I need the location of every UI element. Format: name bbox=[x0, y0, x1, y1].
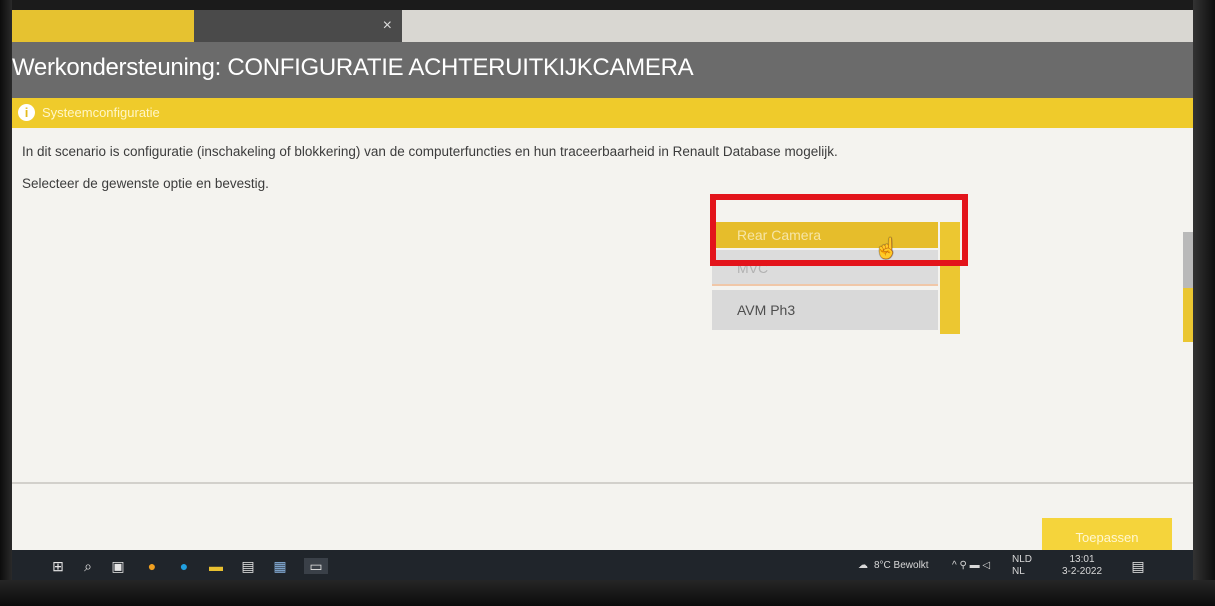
tray-icons[interactable]: ^ ⚲ ▬ ◁ bbox=[952, 550, 990, 582]
region-code: NL bbox=[1012, 566, 1025, 577]
weather-text[interactable]: 8°C Bewolkt bbox=[874, 550, 929, 582]
bezel-left bbox=[0, 0, 12, 606]
title-bar: Werkondersteuning: CONFIGURATIE ACHTERUI… bbox=[12, 42, 1193, 98]
page-title: Werkondersteuning: CONFIGURATIE ACHTERUI… bbox=[12, 54, 694, 81]
footer-divider bbox=[12, 482, 1193, 484]
bezel-right bbox=[1193, 0, 1215, 606]
clock[interactable]: 13:01 3-2-2022 bbox=[1062, 554, 1102, 578]
tab-home[interactable] bbox=[12, 10, 194, 42]
active-app-icon[interactable]: ▭ bbox=[304, 558, 328, 574]
bezel-bottom bbox=[0, 580, 1215, 606]
scenario-description: In dit scenario is configuratie (inschak… bbox=[22, 144, 838, 159]
chrome-icon[interactable]: ● bbox=[144, 558, 160, 574]
windows-start-icon[interactable]: ⊞ bbox=[50, 558, 66, 574]
clock-time: 13:01 bbox=[1069, 554, 1095, 565]
screen: × Werkondersteuning: CONFIGURATIE ACHTER… bbox=[12, 10, 1193, 582]
taskbar: ⊞ ⌕ ▣ ● ● ▬ ▤ ▦ ▭ ☁ 8°C Bewolkt ^ ⚲ ▬ ◁ … bbox=[12, 550, 1193, 582]
language-code: NLD bbox=[1012, 554, 1033, 565]
bezel-top bbox=[0, 0, 1215, 10]
option-avm-ph3[interactable]: AVM Ph3 bbox=[712, 290, 938, 330]
tab-active[interactable]: × bbox=[194, 10, 402, 42]
search-icon[interactable]: ⌕ bbox=[80, 558, 96, 574]
page-scrollbar[interactable] bbox=[1183, 232, 1193, 342]
tab-close-icon[interactable]: × bbox=[383, 10, 392, 42]
task-view-icon[interactable]: ▣ bbox=[110, 558, 126, 574]
instruction-text: Selecteer de gewenste optie en bevestig. bbox=[22, 176, 269, 191]
edge-icon[interactable]: ● bbox=[176, 558, 192, 574]
annotation-highlight-box bbox=[710, 194, 968, 266]
clock-date: 3-2-2022 bbox=[1062, 566, 1103, 577]
folder-icon[interactable]: ▤ bbox=[240, 558, 256, 574]
info-icon: i bbox=[18, 104, 35, 121]
notification-icon[interactable]: ▤ bbox=[1130, 558, 1146, 574]
section-header: i Systeemconfiguratie bbox=[12, 98, 1193, 128]
language-indicator[interactable]: NLD NL bbox=[1012, 554, 1032, 578]
weather-icon: ☁ bbox=[858, 560, 868, 571]
section-label: Systeemconfiguratie bbox=[42, 105, 160, 120]
tab-strip: × bbox=[12, 10, 1193, 42]
page-scrollbar-thumb[interactable] bbox=[1183, 232, 1193, 288]
file-explorer-icon[interactable]: ▬ bbox=[208, 558, 224, 574]
app-icon[interactable]: ▦ bbox=[272, 558, 288, 574]
